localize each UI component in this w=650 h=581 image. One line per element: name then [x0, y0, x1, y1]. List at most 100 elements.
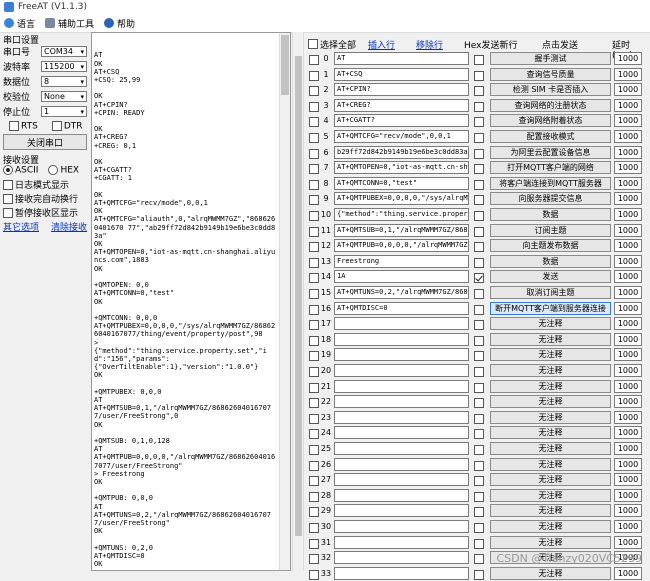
command-input[interactable]: 1A	[334, 270, 469, 284]
command-input[interactable]	[334, 410, 469, 424]
send-command-button[interactable]: 无注释	[490, 379, 611, 393]
send-command-button[interactable]: 无注释	[490, 488, 611, 502]
hex-checkbox[interactable]	[474, 460, 484, 471]
delay-input[interactable]: 1000	[614, 254, 642, 268]
command-input[interactable]: AT+CGATT?	[334, 114, 469, 128]
row-select-checkbox[interactable]	[309, 133, 319, 143]
hex-checkbox[interactable]	[474, 554, 484, 565]
row-select-checkbox[interactable]	[309, 491, 319, 502]
hex-checkbox[interactable]	[474, 335, 484, 346]
row-select-checkbox[interactable]	[309, 179, 319, 190]
hex-checkbox[interactable]	[474, 523, 484, 533]
send-command-button[interactable]: 无注释	[490, 520, 611, 533]
row-select-checkbox[interactable]	[309, 507, 319, 518]
send-command-button[interactable]: 无注释	[490, 457, 611, 471]
parity-select[interactable]: None ▾	[41, 91, 87, 102]
delay-input[interactable]: 1000	[614, 488, 642, 502]
hex-checkbox[interactable]	[474, 413, 484, 424]
row-select-checkbox[interactable]	[309, 164, 319, 175]
row-select-checkbox[interactable]	[309, 445, 319, 455]
row-select-checkbox[interactable]	[309, 569, 319, 580]
command-input[interactable]: AT+QMTUNS=0,2,"/alrqMWMM7GZ/8686	[334, 286, 469, 299]
command-input[interactable]	[334, 520, 469, 533]
hex-checkbox[interactable]	[474, 367, 484, 377]
row-select-checkbox[interactable]	[309, 226, 319, 237]
delay-input[interactable]: 1000	[614, 332, 642, 346]
command-input[interactable]	[334, 332, 469, 346]
send-command-button[interactable]: 无注释	[490, 535, 611, 549]
row-select-checkbox[interactable]	[309, 211, 319, 221]
hex-checkbox[interactable]	[474, 55, 484, 65]
hex-checkbox[interactable]	[474, 289, 484, 299]
send-command-button[interactable]: 无注释	[490, 332, 611, 346]
baud-select[interactable]: 115200 ▾	[41, 61, 87, 72]
row-select-checkbox[interactable]	[309, 460, 319, 471]
send-command-button[interactable]: 无注释	[490, 410, 611, 424]
hex-checkbox[interactable]	[474, 148, 484, 159]
delay-input[interactable]: 1000	[614, 442, 642, 455]
command-input[interactable]: AT+CREG?	[334, 98, 469, 112]
row-select-checkbox[interactable]	[309, 86, 319, 97]
row-select-checkbox[interactable]	[309, 148, 319, 159]
command-input[interactable]	[334, 488, 469, 502]
delay-input[interactable]: 1000	[614, 52, 642, 65]
clear-receive-link[interactable]: 清除接收	[51, 220, 87, 233]
command-input[interactable]	[334, 364, 469, 377]
row-select-checkbox[interactable]	[309, 554, 319, 565]
send-command-button[interactable]: 无注释	[490, 473, 611, 487]
delete-row-link[interactable]: 移除行	[416, 38, 443, 51]
select-all-checkbox[interactable]	[308, 39, 318, 52]
command-input[interactable]	[334, 457, 469, 471]
row-select-checkbox[interactable]	[309, 335, 319, 346]
command-input[interactable]: AT+QMTDISC=0	[334, 301, 469, 315]
delay-input[interactable]: 1000	[614, 130, 642, 143]
more-options-link[interactable]: 其它选项	[3, 220, 39, 233]
hex-checkbox[interactable]	[474, 273, 484, 284]
rts-checkbox[interactable]: RTS	[9, 121, 38, 132]
send-command-button[interactable]: 握手测试	[490, 52, 611, 65]
row-select-checkbox[interactable]	[309, 304, 319, 315]
row-select-checkbox[interactable]	[309, 351, 319, 362]
close-port-button[interactable]: 关闭串口	[3, 134, 87, 150]
hex-checkbox[interactable]	[474, 133, 484, 143]
hex-checkbox[interactable]	[474, 242, 484, 253]
hex-checkbox[interactable]	[474, 226, 484, 237]
hex-checkbox[interactable]	[474, 351, 484, 362]
hex-checkbox[interactable]	[474, 507, 484, 518]
command-input[interactable]: b29ff72d842b9149b19e6be3c0dd83a"	[334, 145, 469, 159]
commands-scroll-thumb[interactable]	[295, 56, 302, 536]
delay-input[interactable]: 1000	[614, 535, 642, 549]
delay-input[interactable]: 1000	[614, 176, 642, 190]
row-select-checkbox[interactable]	[309, 70, 319, 81]
send-command-button[interactable]: 配置接收模式	[490, 130, 611, 143]
row-select-checkbox[interactable]	[309, 398, 319, 409]
row-select-checkbox[interactable]	[309, 320, 319, 331]
command-input[interactable]	[334, 442, 469, 455]
hex-checkbox[interactable]	[474, 320, 484, 331]
command-input[interactable]: AT+QMTCONN=0,"test"	[334, 176, 469, 190]
row-select-checkbox[interactable]	[309, 242, 319, 253]
row-select-checkbox[interactable]	[309, 101, 319, 112]
send-command-button[interactable]: 无注释	[490, 566, 611, 580]
command-input[interactable]	[334, 379, 469, 393]
hex-radio[interactable]: HEX	[48, 165, 79, 176]
send-command-button[interactable]: 无注释	[490, 317, 611, 331]
hex-checkbox[interactable]	[474, 304, 484, 315]
hex-checkbox[interactable]	[474, 398, 484, 409]
command-input[interactable]: AT	[334, 52, 469, 65]
hex-checkbox[interactable]	[474, 445, 484, 455]
menu-tools[interactable]: 辅助工具	[45, 17, 94, 30]
send-command-button[interactable]: 将客户端连接到MQTT服务器	[490, 176, 611, 190]
command-input[interactable]	[334, 551, 469, 565]
row-select-checkbox[interactable]	[309, 195, 319, 206]
command-input[interactable]	[334, 473, 469, 487]
row-select-checkbox[interactable]	[309, 55, 319, 65]
delay-input[interactable]: 1000	[614, 114, 642, 128]
hex-checkbox[interactable]	[474, 117, 484, 128]
send-command-button[interactable]: 打开MQTT客户端的网络	[490, 161, 611, 175]
send-command-button[interactable]: 查询网络的注册状态	[490, 98, 611, 112]
hex-checkbox[interactable]	[474, 476, 484, 487]
command-input[interactable]	[334, 395, 469, 409]
delay-input[interactable]: 1000	[614, 286, 642, 299]
delay-input[interactable]: 1000	[614, 317, 642, 331]
